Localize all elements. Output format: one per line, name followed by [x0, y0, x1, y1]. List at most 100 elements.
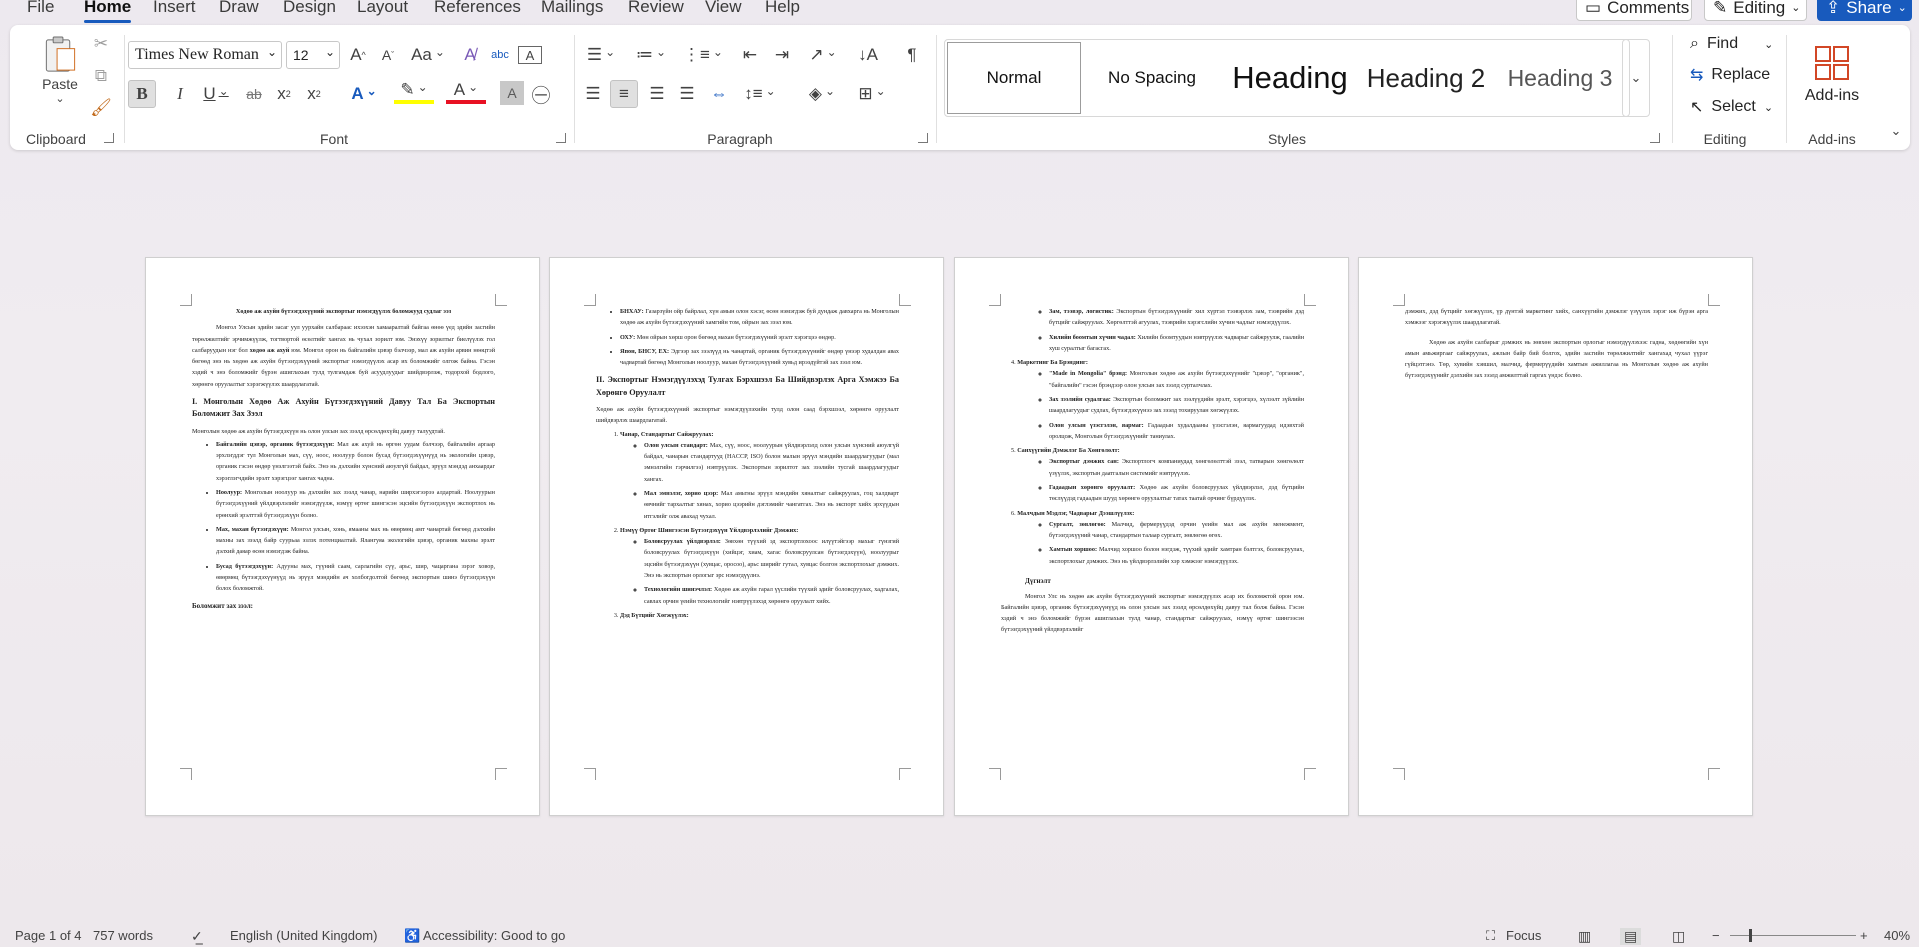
tab-mailings[interactable]: Mailings — [541, 0, 603, 17]
web-layout-icon[interactable]: ◫ — [1672, 928, 1685, 945]
sub-list-item: "Made in Mongolia" брэнд: Монголын хөдөө… — [1049, 368, 1304, 391]
document-page-2[interactable]: БНХАУ: Газарзүйн ойр байрлал, хүн амын о… — [549, 257, 944, 816]
list-item-title: Бусад бүтээгдэхүүн: — [216, 562, 274, 570]
tab-view[interactable]: View — [705, 0, 742, 17]
align-right-icon[interactable]: ☰ — [644, 80, 670, 108]
italic-icon[interactable]: I — [168, 80, 192, 108]
tab-review[interactable]: Review — [628, 0, 684, 17]
multilevel-list-icon[interactable]: ⋮≡ — [682, 41, 724, 69]
numbering-icon[interactable]: ≔ — [630, 41, 672, 69]
share-button[interactable]: ⇪ Share ⌄ — [1817, 0, 1912, 21]
zoom-level[interactable]: 40% — [1884, 928, 1910, 943]
tab-layout[interactable]: Layout — [357, 0, 408, 17]
grow-font-icon[interactable]: A ^ — [346, 41, 370, 69]
editing-mode-button[interactable]: ✎ Editing ⌄ — [1704, 0, 1807, 21]
styles-launcher[interactable] — [1650, 133, 1660, 143]
list-item-text: Мөн ойрын хөрш орон бөгөөд махан бүтээгд… — [636, 333, 836, 341]
add-ins-button[interactable]: Add-ins — [1796, 35, 1868, 115]
collapse-ribbon-icon[interactable]: ⌄ — [1888, 123, 1904, 139]
read-mode-icon[interactable]: ▥ — [1578, 928, 1591, 945]
focus-button[interactable]: Focus — [1506, 928, 1541, 943]
print-layout-icon[interactable]: ▤ — [1620, 928, 1642, 945]
character-shading-icon[interactable]: A — [500, 81, 524, 105]
superscript-icon[interactable]: x2 — [302, 80, 326, 108]
subscript-icon[interactable]: x2 — [272, 80, 296, 108]
zoom-slider[interactable] — [1730, 929, 1856, 942]
crop-mark — [1393, 768, 1405, 780]
word-count[interactable]: 757 words — [93, 928, 153, 943]
tab-file[interactable]: File — [27, 0, 54, 17]
list-item: Ноолуур: Монголын ноолуур нь дэлхийн зах… — [216, 487, 495, 521]
change-case-button[interactable]: Aa — [408, 41, 448, 69]
cut-icon[interactable]: ✂ — [90, 33, 112, 55]
style-heading-3[interactable]: Heading 3 — [1493, 42, 1627, 114]
increase-indent-icon[interactable]: ⇥ — [770, 41, 794, 69]
text-effects-icon[interactable]: A — [344, 80, 384, 108]
clipboard-launcher[interactable] — [104, 133, 114, 143]
language-indicator[interactable]: English (United Kingdom) — [230, 928, 377, 943]
show-formatting-marks-icon[interactable]: ¶ — [900, 41, 924, 69]
replace-button[interactable]: ⇆ Replace — [1690, 65, 1770, 85]
font-size-select[interactable]: 12 ⌄ — [286, 41, 340, 69]
document-page-3[interactable]: Зам, тээвэр, логистик: Экспортын бүтээгд… — [954, 257, 1349, 816]
underline-icon[interactable]: U — [198, 80, 234, 108]
style-no-spacing[interactable]: No Spacing — [1085, 42, 1219, 114]
tab-draw[interactable]: Draw — [219, 0, 259, 17]
tab-home[interactable]: Home — [84, 0, 132, 23]
paste-button[interactable]: Paste ⌄ — [30, 35, 90, 105]
justify-icon[interactable]: ☰ — [674, 80, 700, 108]
document-page-4[interactable]: дэмжих, дэд бүтцийг хөгжүүлэх, үр дүнтэй… — [1358, 257, 1753, 816]
highlight-color-icon[interactable]: ✎ — [394, 80, 434, 104]
style-heading-2[interactable]: Heading 2 — [1359, 42, 1493, 114]
style-normal[interactable]: Normal — [947, 42, 1081, 114]
select-button[interactable]: ↖ Select ⌄ — [1690, 97, 1773, 117]
subheading: Дүгнэлт — [1025, 576, 1051, 585]
tab-design[interactable]: Design — [283, 0, 336, 17]
align-left-icon[interactable]: ☰ — [580, 80, 606, 108]
distributed-icon[interactable]: ⇔ — [706, 80, 732, 108]
bold-icon[interactable]: B — [128, 80, 156, 108]
zoom-out-icon[interactable]: − — [1712, 928, 1720, 943]
sort-icon[interactable]: ↓A — [856, 41, 880, 69]
format-painter-icon[interactable]: 🖌 — [90, 97, 112, 119]
proofing-icon[interactable]: ✓̲ — [191, 928, 203, 945]
font-launcher[interactable] — [556, 133, 566, 143]
intro-bold: хөдөө аж ахуй — [249, 346, 290, 354]
text-effects-phonetic-icon[interactable]: abc — [488, 41, 512, 69]
font-color-icon[interactable]: A — [446, 80, 486, 104]
styles-gallery: Normal No Spacing Heading Heading 2 Head… — [944, 39, 1630, 117]
clear-formatting-icon[interactable]: A̸ — [458, 41, 482, 69]
styles-more-button[interactable]: ⌄ — [1622, 39, 1650, 117]
line-spacing-icon[interactable]: ↕≡ — [740, 80, 780, 108]
copy-icon[interactable]: ⧉ — [90, 65, 112, 87]
strikethrough-icon[interactable]: ab — [242, 80, 266, 108]
borders-icon[interactable]: ⊞ — [852, 80, 892, 108]
bullets-icon[interactable]: ☰ — [580, 41, 622, 69]
character-border-icon[interactable]: A — [518, 46, 542, 64]
enclose-characters-icon[interactable]: ㊀ — [528, 80, 554, 108]
sub-list: Боловсруулах үйлдвэрлэл: Зөвхөн түүхий э… — [620, 536, 899, 607]
zoom-slider-thumb[interactable] — [1749, 929, 1752, 942]
tab-references[interactable]: References — [434, 0, 521, 17]
tab-help[interactable]: Help — [765, 0, 800, 17]
comments-button[interactable]: ▭ Comments — [1576, 0, 1692, 21]
tab-insert[interactable]: Insert — [153, 0, 196, 17]
text-direction-icon[interactable]: ↗ — [802, 41, 844, 69]
list-item-title: ОХУ: — [620, 333, 636, 341]
paragraph-launcher[interactable] — [918, 133, 928, 143]
font-family-select[interactable]: Times New Roman ⌄ — [128, 41, 282, 69]
find-button[interactable]: ⌕ Find ⌄ — [1690, 35, 1773, 53]
style-heading[interactable]: Heading — [1223, 42, 1357, 114]
zoom-in-icon[interactable]: + — [1860, 928, 1868, 943]
shading-icon[interactable]: ◈ — [802, 80, 842, 108]
list-item-title: БНХАУ: — [620, 308, 644, 315]
decrease-indent-icon[interactable]: ⇤ — [738, 41, 762, 69]
accessibility-status[interactable]: Accessibility: Good to go — [423, 928, 565, 943]
sub-list-item: Сургалт, зөвлөгөө: Малчид, фермерүүдэд о… — [1049, 519, 1304, 542]
page-indicator[interactable]: Page 1 of 4 — [15, 928, 82, 943]
document-page-1[interactable]: Хөдөө аж ахуйн бүтээгдэхүүний экспортыг … — [145, 257, 540, 816]
bullet-list: БНХАУ: Газарзүйн ойр байрлал, хүн амын о… — [596, 306, 899, 368]
align-center-icon[interactable]: ≡ — [610, 80, 638, 108]
font-group-label: Font — [319, 131, 349, 147]
shrink-font-icon[interactable]: Aˇ — [376, 41, 400, 69]
